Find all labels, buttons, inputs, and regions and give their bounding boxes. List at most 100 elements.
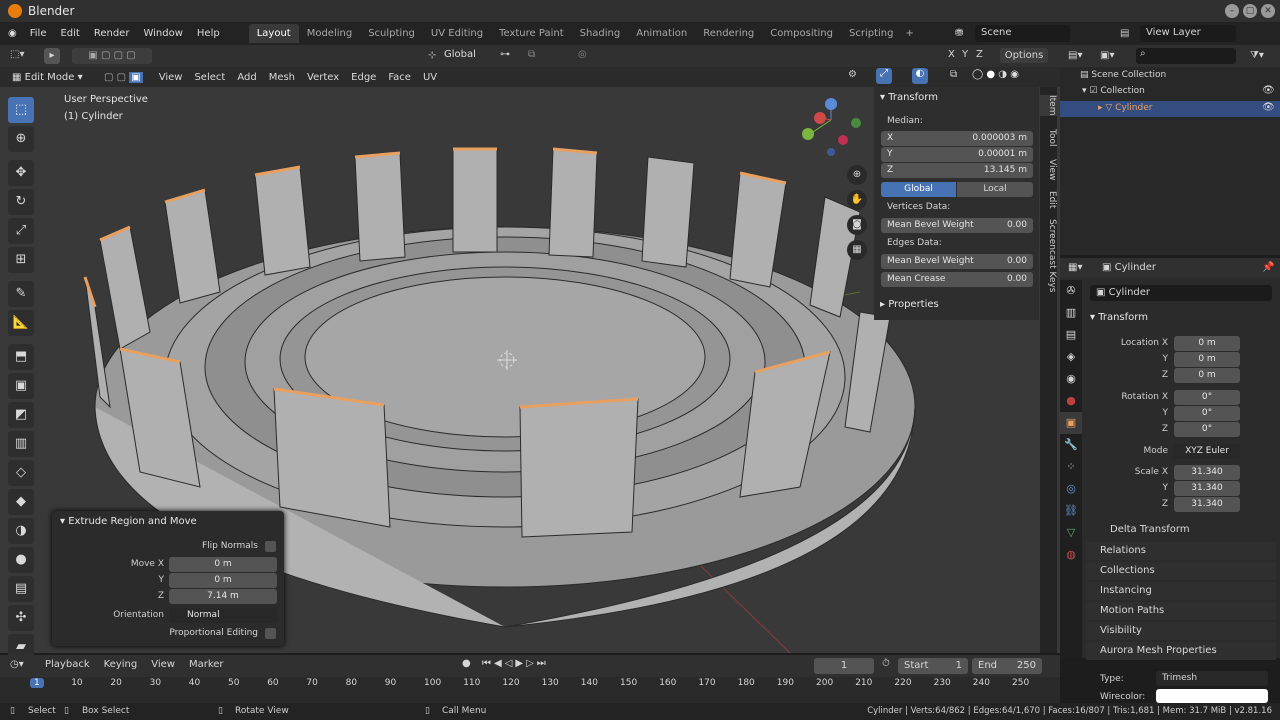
move-z-field[interactable]: 7.14 m	[169, 589, 277, 604]
frame-ruler[interactable]: 1 10 20 30 40 50 60 70 80 90 100 110 120 130 140 150 160…	[0, 677, 1060, 693]
transform-section[interactable]: ▾ Transform	[1090, 312, 1148, 323]
data-tab-icon[interactable]: ▽	[1060, 522, 1082, 544]
flip-normals-checkbox[interactable]	[265, 541, 276, 552]
rotation-y-field[interactable]: 0°	[1174, 406, 1240, 421]
median-y-field[interactable]: Y 0.00001 m	[881, 147, 1033, 162]
particles-tab-icon[interactable]: ⁘	[1060, 456, 1082, 478]
wirecolor-swatch[interactable]	[1156, 689, 1268, 703]
rotation-x-field[interactable]: 0°	[1174, 390, 1240, 405]
gizmo-icon[interactable]: ⚙	[848, 69, 857, 80]
transform-icon[interactable]: ⊞	[8, 247, 34, 273]
section-delta-transform[interactable]: Delta Transform	[1086, 521, 1276, 539]
inset-icon[interactable]: ▣	[8, 373, 34, 399]
select-mode-buttons[interactable]: ▢ ▢ ▣	[104, 71, 143, 83]
tab-shading[interactable]: Shading	[572, 24, 629, 43]
material-tab-icon[interactable]: ◍	[1060, 544, 1082, 566]
orientation-dropdown[interactable]: Normal	[169, 608, 277, 623]
scale-x-field[interactable]: 31.340	[1174, 465, 1240, 480]
section-visibility[interactable]: Visibility	[1086, 622, 1276, 640]
mode-dropdown[interactable]: ▦ Edit Mode ▾	[12, 72, 96, 83]
pin-icon[interactable]: 📌	[1262, 262, 1274, 273]
outliner-search[interactable]: ⌕	[1136, 48, 1236, 64]
move-y-field[interactable]: 0 m	[169, 573, 277, 588]
mode-menu-vertex[interactable]: Vertex	[301, 72, 345, 83]
selection-modes-icon[interactable]: ▣ ▢ ▢ ▢	[72, 48, 152, 64]
location-x-field[interactable]: 0 m	[1174, 336, 1240, 351]
pivot-icon[interactable]: ⊶	[500, 49, 510, 60]
tab-screencast-keys[interactable]: Screencast Keys	[1040, 219, 1057, 293]
tool-tab-icon[interactable]: ✇	[1060, 280, 1082, 302]
tab-sculpting[interactable]: Sculpting	[360, 24, 423, 43]
timeline-menu-view[interactable]: View	[144, 659, 182, 670]
tab-uv-editing[interactable]: UV Editing	[423, 24, 491, 43]
snap-icon[interactable]: ⧉	[528, 49, 535, 60]
tab-layout[interactable]: Layout	[248, 24, 299, 43]
render-tab-icon[interactable]: ▥	[1060, 302, 1082, 324]
knife-icon[interactable]: ◇	[8, 460, 34, 486]
cursor-icon[interactable]: ⊕	[8, 126, 34, 152]
move-icon[interactable]: ✥	[8, 160, 34, 186]
record-icon[interactable]: ●	[462, 658, 471, 669]
extrude-icon[interactable]: ⬒	[8, 344, 34, 370]
menu-help[interactable]: Help	[190, 28, 227, 39]
tab-view[interactable]: View	[1040, 159, 1057, 180]
world-tab-icon[interactable]: ●	[1060, 390, 1082, 412]
edge-slide-icon[interactable]: ▤	[8, 576, 34, 602]
overlay-icon[interactable]: ◐	[912, 68, 928, 84]
properties-editor-icon[interactable]: ▦▾	[1068, 262, 1082, 273]
grid-view-icon[interactable]: ▦	[847, 240, 867, 260]
tab-item[interactable]: Item	[1040, 95, 1057, 116]
spin-icon[interactable]: ◑	[8, 518, 34, 544]
tab-rendering[interactable]: Rendering	[695, 24, 762, 43]
timeline-menu-keying[interactable]: Keying	[97, 659, 145, 670]
scale-icon[interactable]: ⤢	[8, 218, 34, 244]
tab-animation[interactable]: Animation	[628, 24, 695, 43]
view-layer-field[interactable]: View Layer	[1140, 25, 1236, 42]
rotation-mode-dropdown[interactable]: XYZ Euler	[1174, 444, 1240, 459]
add-workspace-icon[interactable]: +	[905, 28, 913, 39]
median-x-field[interactable]: X 0.000003 m	[881, 131, 1033, 146]
xray-icon[interactable]: ⧉	[950, 69, 957, 80]
minimize-button[interactable]: –	[1225, 4, 1239, 18]
rotation-z-field[interactable]: 0°	[1174, 422, 1240, 437]
end-field[interactable]: End 250	[972, 658, 1042, 674]
options-dropdown[interactable]: Options	[1000, 48, 1048, 63]
timeline-editor-icon[interactable]: ◷▾	[10, 659, 24, 670]
properties-header[interactable]: ▸ Properties	[880, 299, 939, 310]
view-layer-tab-icon[interactable]: ◈	[1060, 346, 1082, 368]
mode-menu-add[interactable]: Add	[231, 72, 262, 83]
median-z-field[interactable]: Z 13.145 m	[881, 163, 1033, 178]
global-toggle[interactable]: Global	[881, 182, 956, 197]
physics-tab-icon[interactable]: ◎	[1060, 478, 1082, 500]
tab-compositing[interactable]: Compositing	[762, 24, 841, 43]
zoom-icon[interactable]: ⊕	[847, 165, 867, 185]
vertex-bevel-field[interactable]: Mean Bevel Weight 0.00	[881, 218, 1033, 233]
object-name-field[interactable]: ▣ Cylinder	[1090, 285, 1272, 301]
output-tab-icon[interactable]: ▤	[1060, 324, 1082, 346]
menu-window[interactable]: Window	[136, 28, 189, 39]
menu-render[interactable]: Render	[87, 28, 137, 39]
close-button[interactable]: ✕	[1261, 4, 1275, 18]
scale-z-field[interactable]: 31.340	[1174, 497, 1240, 512]
axis-z-toggle[interactable]: Z	[976, 49, 983, 60]
object-eye-icon[interactable]: 👁	[1262, 102, 1275, 113]
object-tab-icon[interactable]: ▣	[1060, 412, 1082, 434]
shrink-icon[interactable]: ✣	[8, 605, 34, 631]
mode-menu-edge[interactable]: Edge	[345, 72, 382, 83]
blender-menu-icon[interactable]: ◉	[8, 28, 17, 39]
filter-icon[interactable]: ⧩▾	[1250, 50, 1264, 61]
section-collections[interactable]: Collections	[1086, 562, 1276, 580]
tab-tool[interactable]: Tool	[1040, 129, 1057, 146]
modifier-tab-icon[interactable]: 🔧	[1060, 434, 1082, 456]
mode-menu-uv[interactable]: UV	[417, 72, 443, 83]
collection-eye-icon[interactable]: 👁	[1262, 85, 1275, 96]
scale-y-field[interactable]: 31.340	[1174, 481, 1240, 496]
rotate-icon[interactable]: ↻	[8, 189, 34, 215]
mode-menu-view[interactable]: View	[153, 72, 189, 83]
tab-texture-paint[interactable]: Texture Paint	[491, 24, 572, 43]
select-mode-icon[interactable]: ▸	[44, 48, 60, 64]
poly-build-icon[interactable]: ◆	[8, 489, 34, 515]
display-mode-icon[interactable]: ▣▾	[1100, 50, 1114, 61]
scene-field[interactable]: Scene	[975, 25, 1070, 42]
tab-modeling[interactable]: Modeling	[299, 24, 361, 43]
